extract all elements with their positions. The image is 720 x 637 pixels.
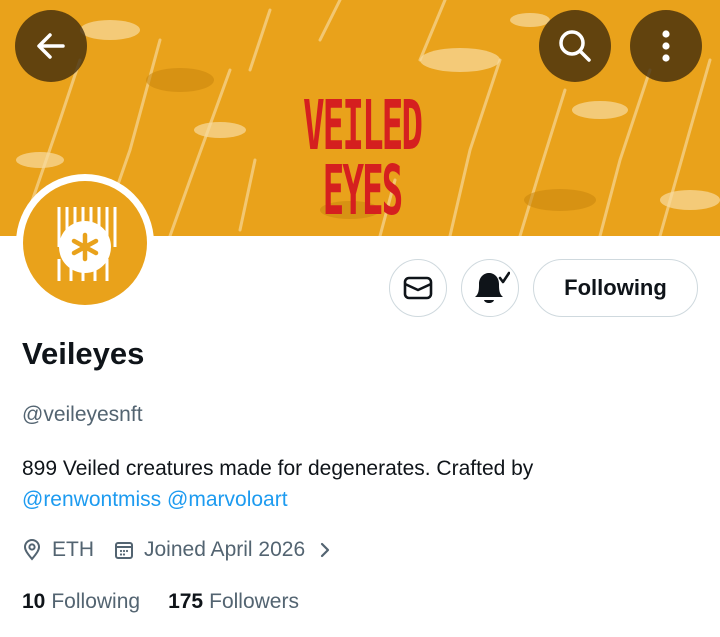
following-stat[interactable]: 10 Following xyxy=(22,590,140,614)
avatar[interactable] xyxy=(16,174,154,312)
joined-item[interactable]: Joined April 2026 xyxy=(114,538,345,562)
chevron-right-icon xyxy=(321,542,330,558)
mention-link[interactable]: @marvoloart xyxy=(167,488,288,511)
bio-text: 899 Veiled creatures made for degenerate… xyxy=(22,457,534,480)
profile-name: Veileyes xyxy=(22,336,145,371)
profile-handle: @veileyesnft xyxy=(22,403,143,426)
profile-meta: ETH Joined April 2026 xyxy=(22,534,365,566)
location-pin-icon xyxy=(23,539,41,561)
followers-count: 175 xyxy=(168,590,204,613)
arrow-left-icon xyxy=(37,33,65,59)
joined-text: Joined April 2026 xyxy=(144,538,306,561)
following-count: 10 xyxy=(22,590,46,613)
followers-stat[interactable]: 175 Followers xyxy=(168,590,299,614)
avatar-image xyxy=(23,181,147,305)
mail-icon xyxy=(403,276,433,300)
search-icon xyxy=(559,30,591,62)
notifications-button[interactable] xyxy=(461,259,519,317)
more-options-button[interactable] xyxy=(630,10,702,82)
mention-link[interactable]: @renwontmiss xyxy=(22,488,161,511)
following-button[interactable]: Following xyxy=(533,259,698,317)
veiled-eyes-logo xyxy=(57,207,117,281)
back-button[interactable] xyxy=(15,10,87,82)
bell-check-icon xyxy=(475,271,510,303)
followers-label: Followers xyxy=(209,590,299,613)
calendar-icon xyxy=(115,542,133,559)
location-item: ETH xyxy=(22,538,94,562)
more-vertical-icon xyxy=(662,30,670,62)
profile-stats: 10 Following 175 Followers xyxy=(22,586,327,618)
following-label: Following xyxy=(51,590,141,613)
search-button[interactable] xyxy=(539,10,611,82)
profile-bio: 899 Veiled creatures made for degenerate… xyxy=(22,453,702,515)
location-text: ETH xyxy=(52,538,94,561)
banner-title: VEILED EYES xyxy=(302,88,423,231)
message-button[interactable] xyxy=(389,259,447,317)
